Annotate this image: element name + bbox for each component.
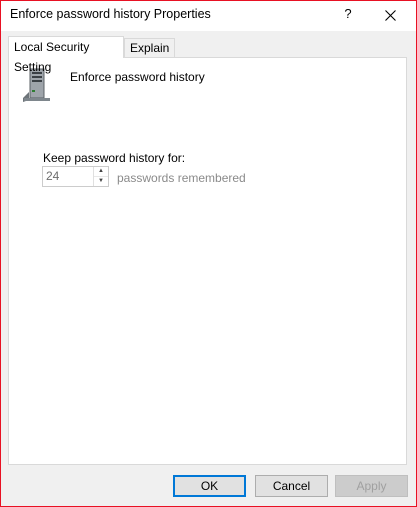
window-title: Enforce password history Properties <box>10 7 211 21</box>
cancel-button[interactable]: Cancel <box>255 475 328 497</box>
title-bar: Enforce password history Properties ? <box>1 1 416 31</box>
tab-local-security-setting[interactable]: Local Security Setting <box>8 36 124 74</box>
spinner-value[interactable]: 24 <box>46 169 59 183</box>
tab-panel: Enforce password history Keep password h… <box>8 57 407 465</box>
spinner-buttons: ▲ ▼ <box>93 167 108 186</box>
tab-explain[interactable]: Explain <box>124 38 175 57</box>
spin-down-arrow-icon[interactable]: ▼ <box>94 177 108 186</box>
units-label: passwords remembered <box>117 171 246 185</box>
password-history-spinner[interactable]: 24 ▲ ▼ <box>42 166 109 187</box>
apply-button[interactable]: Apply <box>335 475 408 497</box>
close-icon <box>384 10 396 22</box>
close-button[interactable] <box>373 1 407 31</box>
policy-name: Enforce password history <box>70 70 205 84</box>
ok-button[interactable]: OK <box>173 475 246 497</box>
properties-dialog: Enforce password history Properties ? Lo… <box>0 0 417 507</box>
help-button[interactable]: ? <box>331 1 365 31</box>
keep-history-label: Keep password history for: <box>43 151 186 165</box>
spin-up-arrow-icon[interactable]: ▲ <box>94 167 108 177</box>
